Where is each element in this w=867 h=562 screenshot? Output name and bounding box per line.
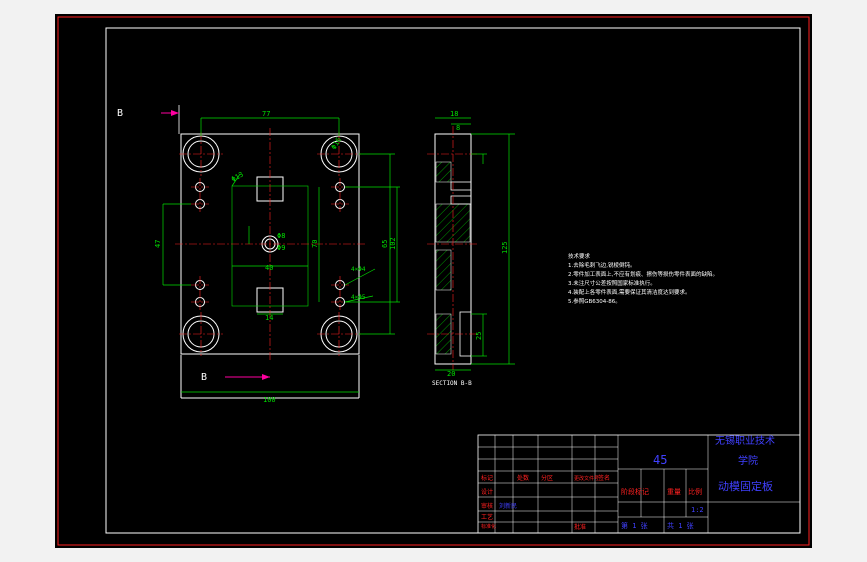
dim-inner-small: 14 — [265, 314, 273, 322]
front-view: 77 100 47 70 65 102 Φ8 Φ9 Φ16 Φ13 40 14 … — [117, 105, 400, 404]
dim-side-top-a: 18 — [450, 110, 458, 118]
dim-side-small: 25 — [475, 332, 483, 340]
cad-drawing: 77 100 47 70 65 102 Φ8 Φ9 Φ16 Φ13 40 14 … — [57, 16, 810, 546]
dim-center-hole: Φ8 — [277, 232, 285, 240]
tb-scale-value: 1:2 — [691, 506, 704, 514]
note-line-4: 4.装配上各零件表面,需要保证其清洁度达到要求。 — [568, 288, 691, 296]
tb-row-zone: 分区 — [541, 474, 553, 482]
dim-height-right-b: 65 — [381, 240, 389, 248]
tb-label-review: 审核 — [481, 502, 493, 510]
dim-width-top: 77 — [262, 110, 270, 118]
tb-school: 无锡职业技术 — [715, 434, 775, 447]
section-caption: SECTION B-B — [432, 380, 472, 387]
tb-row-count: 处数 — [517, 474, 529, 482]
tb-designer: 刘新民 — [499, 502, 517, 510]
note-line-3: 3.未注尺寸公差按照国家标准执行。 — [568, 279, 656, 287]
section-marker-top: B — [117, 108, 123, 119]
tb-part-name: 动模固定板 — [718, 479, 773, 493]
tb-sheet-total: 共 1 张 — [667, 521, 694, 530]
note-line-5: 5.参照GB6304-86。 — [568, 297, 621, 305]
note-line-1: 1.去除毛刺飞边,锐棱倒钝。 — [568, 261, 636, 269]
dim-side-bottom: 20 — [447, 370, 455, 378]
dim-height-left: 47 — [154, 240, 162, 248]
dim-hole-angled: Φ13 — [230, 170, 245, 183]
tb-material: 45 — [653, 453, 667, 467]
drawing-sheet: 77 100 47 70 65 102 Φ8 Φ9 Φ16 Φ13 40 14 … — [55, 14, 812, 548]
tb-label-design: 设计 — [481, 488, 493, 496]
notes-title: 技术要求 — [568, 252, 591, 260]
tb-weight-label: 重量 — [667, 488, 681, 496]
tb-sheet-no: 第 1 张 — [621, 521, 648, 530]
tb-school-2: 学院 — [738, 454, 758, 467]
tb-scale-label: 比例 — [688, 487, 702, 496]
dim-hole-top-right: Φ16 — [330, 136, 343, 151]
tb-label-approve: 批准 — [574, 523, 586, 531]
note-line-2: 2.零件加工表面上,不应有划痕、擦伤等损伤零件表面的缺陷。 — [568, 270, 718, 278]
tb-label-process: 工艺 — [481, 513, 493, 521]
dim-width-bottom: 100 — [263, 396, 276, 404]
dim-side-height: 125 — [501, 241, 509, 254]
tb-row-file: 更改文件号 — [574, 475, 599, 482]
dim-height-right-c: 102 — [389, 237, 397, 250]
tb-row-sign: 签名 — [598, 474, 610, 482]
technical-notes: 技术要求 1.去除毛刺飞边,锐棱倒钝。 2.零件加工表面上,不应有划痕、擦伤等损… — [568, 252, 718, 305]
dim-side-top-b: 8 — [456, 124, 460, 132]
dim-inner-width: 40 — [265, 264, 273, 272]
dim-callout-b: 4×Φ5 — [351, 294, 366, 301]
dim-callout-a: 4×Φ4 — [351, 266, 366, 273]
section-marker-bottom: B — [201, 372, 207, 383]
title-block: 标记 设计 审核 工艺 标准化 处数 分区 更改文件号 签名 批准 阶段标记 重… — [477, 434, 801, 534]
dim-height-right-a: 70 — [311, 240, 319, 248]
section-view: 18 8 125 25 20 SECTION B-B — [427, 110, 515, 387]
tb-stage-label: 阶段标记 — [621, 487, 649, 496]
tb-label-mark: 标记 — [481, 474, 493, 482]
dim-center-hole-b: Φ9 — [277, 244, 285, 252]
outer-border — [57, 16, 810, 546]
tb-label-standard: 标准化 — [481, 523, 496, 530]
